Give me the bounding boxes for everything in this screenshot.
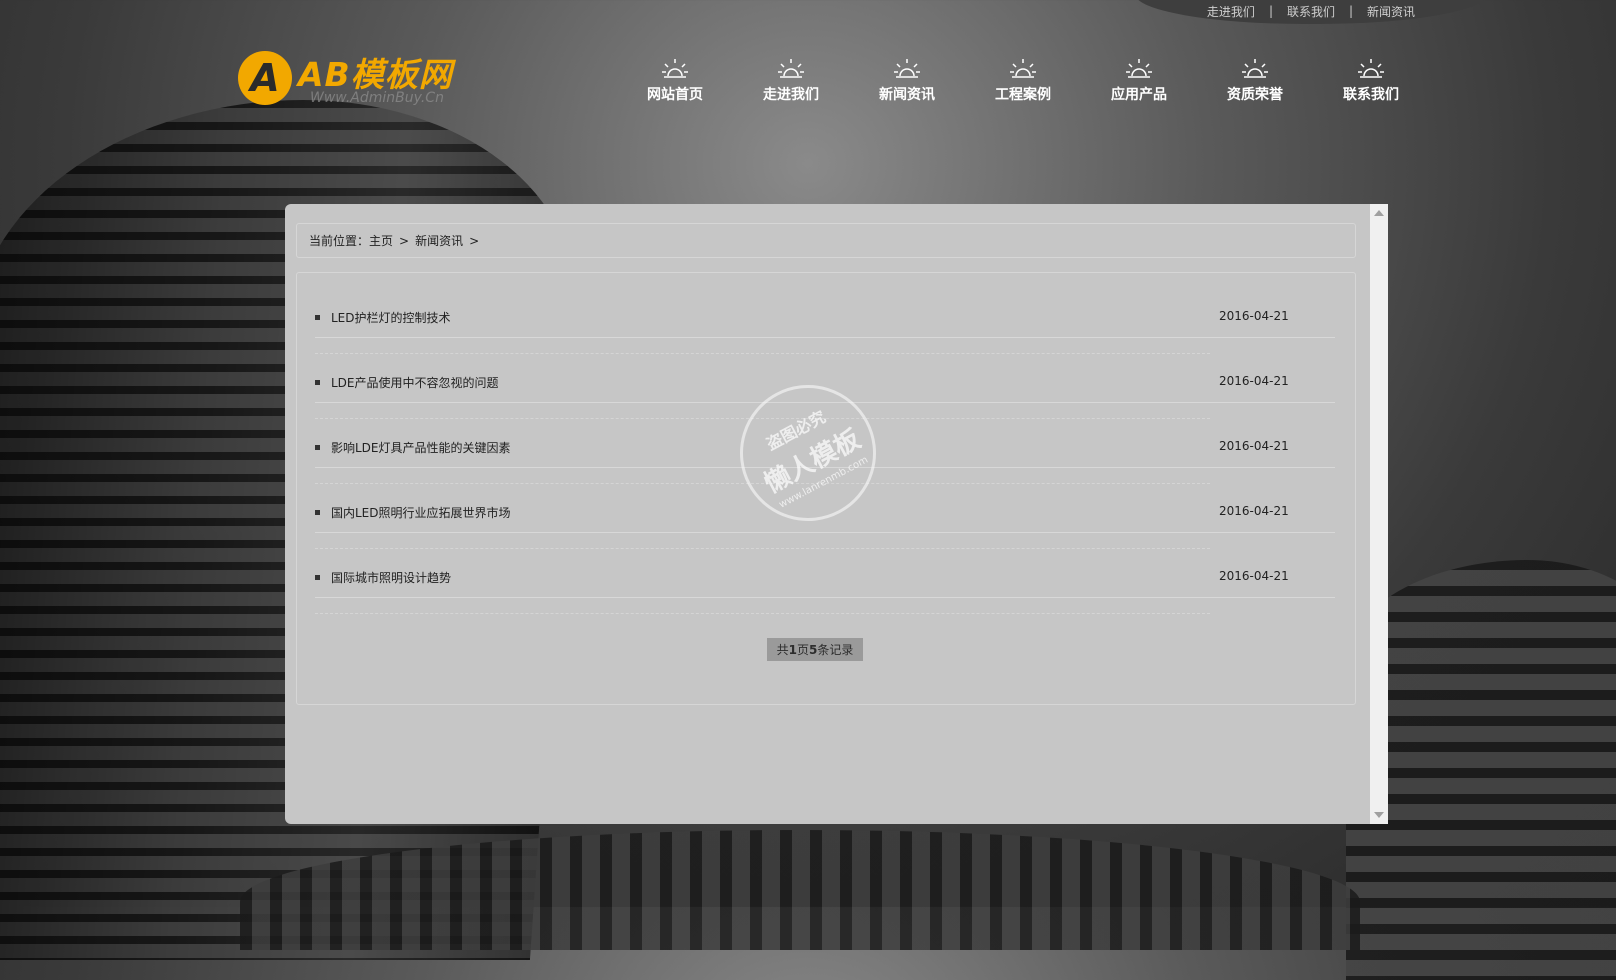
nav-item-home[interactable]: 网站首页 — [617, 56, 733, 104]
sun-icon — [1010, 59, 1036, 78]
nav-item-about[interactable]: 走进我们 — [733, 56, 849, 104]
top-link-news[interactable]: 新闻资讯 — [1367, 3, 1415, 20]
sun-icon — [778, 59, 804, 78]
breadcrumb-current-link[interactable]: 新闻资讯 — [415, 232, 463, 249]
pager-suffix: 条记录 — [817, 643, 854, 657]
news-title-link[interactable]: LED护栏灯的控制技术 — [331, 309, 451, 326]
pager-prefix: 共 — [776, 643, 789, 657]
bullet-icon — [315, 315, 320, 320]
site-logo[interactable]: A AB模板网 Www.AdminBuy.Cn — [238, 50, 453, 106]
news-date: 2016-04-21 — [1219, 569, 1289, 583]
top-link-separator: | — [1349, 4, 1354, 18]
top-links-bar: 走进我们 | 联系我们 | 新闻资讯 — [1135, 0, 1487, 24]
main-nav: 网站首页 走进我们 新闻资讯 工程案例 应用产品 资质荣誉 联系我们 — [617, 56, 1429, 104]
news-title-link[interactable]: 影响LDE灯具产品性能的关键因素 — [331, 439, 511, 456]
news-date: 2016-04-21 — [1219, 374, 1289, 388]
bullet-icon — [315, 575, 320, 580]
list-item: 国际城市照明设计趋势 2016-04-21 — [315, 533, 1335, 614]
top-link-about[interactable]: 走进我们 — [1207, 3, 1255, 20]
nav-label: 工程案例 — [995, 87, 1051, 103]
breadcrumb-separator: > — [469, 233, 480, 248]
sun-icon — [1126, 59, 1152, 78]
news-title-link[interactable]: 国际城市照明设计趋势 — [331, 569, 451, 586]
scroll-down-icon[interactable] — [1374, 812, 1384, 818]
breadcrumb-home-link[interactable]: 主页 — [369, 232, 393, 249]
nav-label: 网站首页 — [647, 87, 703, 103]
pagination-summary: 共 1 页 5 条记录 — [767, 638, 863, 661]
logo-badge: A — [238, 51, 292, 105]
list-item: LED护栏灯的控制技术 2016-04-21 — [315, 273, 1335, 354]
nav-label: 资质荣誉 — [1227, 87, 1283, 103]
pager-record-count: 5 — [809, 642, 818, 657]
breadcrumb-prefix: 当前位置： — [309, 234, 370, 248]
pager-mid: 页 — [796, 643, 809, 657]
news-date: 2016-04-21 — [1219, 309, 1289, 323]
nav-item-contact[interactable]: 联系我们 — [1313, 56, 1429, 104]
bullet-icon — [315, 445, 320, 450]
nav-label: 联系我们 — [1343, 87, 1399, 103]
sun-icon — [1358, 59, 1384, 78]
sun-icon — [662, 59, 688, 78]
pager-page-count: 1 — [788, 642, 797, 657]
nav-item-news[interactable]: 新闻资讯 — [849, 56, 965, 104]
top-link-contact[interactable]: 联系我们 — [1287, 3, 1335, 20]
logo-text: AB模板网 — [298, 55, 453, 94]
logo-subtext: Www.AdminBuy.Cn — [310, 90, 444, 106]
sun-icon — [894, 59, 920, 78]
news-date: 2016-04-21 — [1219, 504, 1289, 518]
news-date: 2016-04-21 — [1219, 439, 1289, 453]
nav-label: 走进我们 — [763, 87, 819, 103]
nav-item-honors[interactable]: 资质荣誉 — [1197, 56, 1313, 104]
news-title-link[interactable]: LDE产品使用中不容忽视的问题 — [331, 374, 499, 391]
bullet-icon — [315, 380, 320, 385]
news-title-link[interactable]: 国内LED照明行业应拓展世界市场 — [331, 504, 511, 521]
nav-label: 新闻资讯 — [879, 87, 935, 103]
breadcrumb: 当前位置： 主页 > 新闻资讯 > — [296, 223, 1356, 258]
breadcrumb-separator: > — [399, 233, 410, 248]
sun-icon — [1242, 59, 1268, 78]
bullet-icon — [315, 510, 320, 515]
nav-item-products[interactable]: 应用产品 — [1081, 56, 1197, 104]
panel-scrollbar[interactable] — [1370, 204, 1388, 824]
top-link-separator: | — [1268, 4, 1273, 18]
nav-label: 应用产品 — [1111, 87, 1167, 103]
nav-item-cases[interactable]: 工程案例 — [965, 56, 1081, 104]
scroll-up-icon[interactable] — [1374, 210, 1384, 216]
